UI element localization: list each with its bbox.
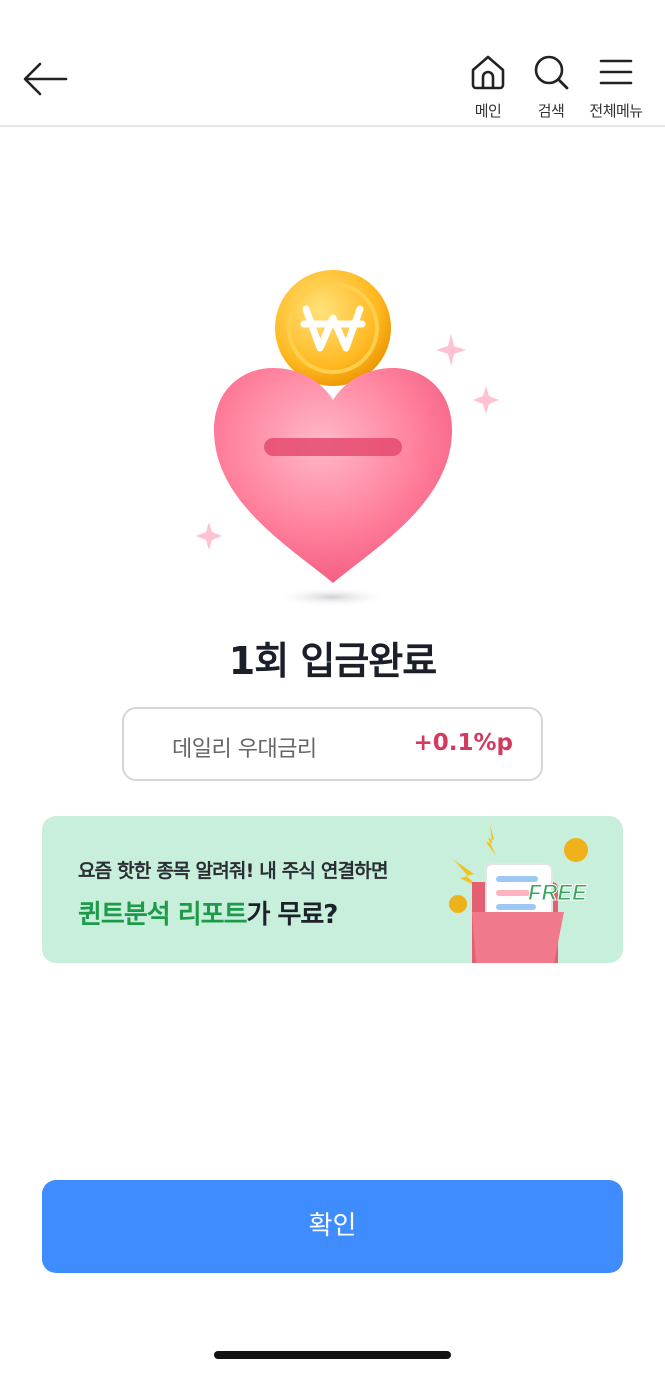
banner-title: 퀸트분석 리포트가 무료? xyxy=(78,894,339,931)
home-icon xyxy=(471,55,505,90)
back-button[interactable] xyxy=(18,52,72,106)
nav-home-button[interactable]: 메인 xyxy=(456,52,520,124)
banner-subtitle: 요즘 핫한 종목 알려줘! 내 주식 연결하면 xyxy=(78,860,388,882)
daily-bonus-rate-box: 데일리 우대금리 +0.1%p xyxy=(122,707,543,781)
top-navigation-bar: 메인 검색 전체메뉴 xyxy=(0,0,665,127)
rate-label: 데일리 우대금리 xyxy=(172,737,317,762)
nav-search-label: 검색 xyxy=(537,102,565,120)
free-badge-text: FREE xyxy=(528,880,588,905)
piggy-heart-coin-icon xyxy=(196,270,499,607)
banner-title-rest: 가 무료? xyxy=(246,900,339,930)
nav-menu-button[interactable]: 전체메뉴 xyxy=(584,52,648,124)
arrow-left-icon xyxy=(23,62,68,96)
nav-menu-label: 전체메뉴 xyxy=(589,102,643,120)
home-indicator[interactable] xyxy=(214,1351,451,1359)
banner-title-highlight: 퀸트분석 리포트 xyxy=(78,900,247,930)
quant-report-promo-banner[interactable]: 요즘 핫한 종목 알려줘! 내 주식 연결하면 퀸트분석 리포트가 무료? FR… xyxy=(42,816,623,963)
nav-search-button[interactable]: 검색 xyxy=(519,52,583,124)
nav-home-label: 메인 xyxy=(474,102,502,120)
hamburger-menu-icon xyxy=(599,59,633,85)
confirm-button[interactable]: 확인 xyxy=(42,1180,623,1273)
free-report-folder-icon: FREE xyxy=(449,824,589,963)
deposit-complete-title: 1회 입금완료 xyxy=(228,639,437,683)
search-icon xyxy=(534,55,569,90)
rate-value: +0.1%p xyxy=(413,730,513,756)
